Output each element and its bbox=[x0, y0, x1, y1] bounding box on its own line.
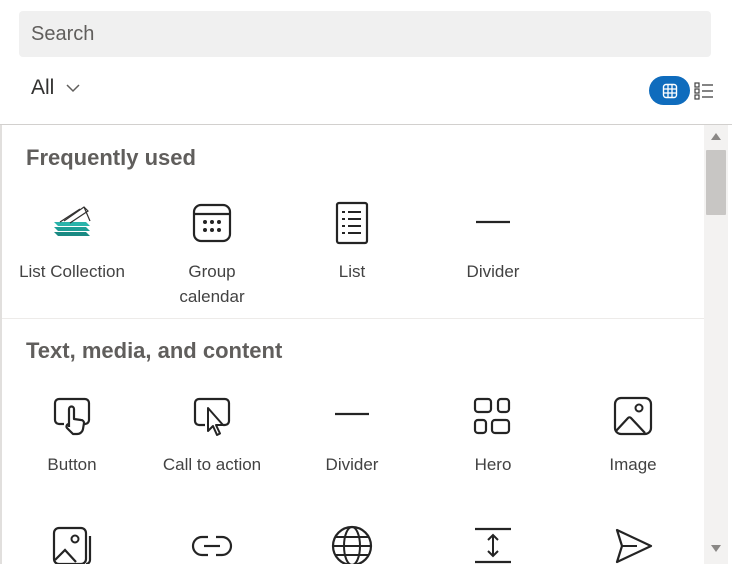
globe-icon bbox=[331, 525, 373, 564]
tile-label: Button bbox=[47, 455, 97, 474]
tile-divider[interactable]: Divider bbox=[423, 201, 563, 284]
list-collection-icon bbox=[54, 206, 91, 236]
tile-globe[interactable] bbox=[282, 524, 422, 564]
tile-image-gallery[interactable] bbox=[2, 524, 142, 564]
search-box[interactable] bbox=[19, 11, 711, 57]
grid-view-button[interactable] bbox=[649, 76, 690, 105]
tile-link[interactable] bbox=[142, 524, 282, 564]
tile-call-to-action[interactable]: Call to action bbox=[142, 394, 282, 477]
scroll-up-arrow-icon[interactable] bbox=[711, 133, 721, 140]
tile-divider-2[interactable]: Divider bbox=[282, 394, 422, 477]
hero-icon bbox=[473, 397, 511, 435]
tile-list[interactable]: List bbox=[282, 201, 422, 284]
grid-icon bbox=[662, 83, 677, 98]
tile-hero[interactable]: Hero bbox=[423, 394, 563, 477]
calendar-icon bbox=[192, 203, 232, 243]
tile-spacer[interactable] bbox=[423, 524, 563, 564]
tile-label: Hero bbox=[474, 455, 512, 474]
tile-button[interactable]: Button bbox=[2, 394, 142, 477]
divider-icon bbox=[476, 220, 510, 224]
scrollbar-thumb[interactable] bbox=[706, 150, 726, 215]
tile-label: List Collection bbox=[19, 262, 125, 281]
filter-label: All bbox=[31, 76, 55, 99]
call-to-action-icon bbox=[193, 397, 231, 436]
tile-label: Divider bbox=[325, 455, 379, 474]
spacer-icon bbox=[475, 527, 511, 564]
list-icon bbox=[335, 201, 369, 245]
section-title-frequently-used: Frequently used bbox=[26, 145, 196, 170]
category-filter-dropdown[interactable]: All bbox=[31, 74, 80, 102]
tile-label: List bbox=[338, 262, 366, 281]
send-icon bbox=[615, 528, 653, 564]
vertical-scrollbar[interactable] bbox=[704, 125, 728, 564]
link-icon bbox=[191, 535, 233, 557]
web-part-list: Frequently used List Collection Group ca… bbox=[2, 125, 704, 564]
scroll-down-arrow-icon[interactable] bbox=[711, 545, 721, 552]
section-title-text-media-content: Text, media, and content bbox=[26, 338, 283, 363]
tile-image[interactable]: Image bbox=[563, 394, 703, 477]
section-separator bbox=[2, 318, 704, 319]
tile-label: Call to action bbox=[162, 455, 262, 474]
image-icon bbox=[613, 396, 653, 436]
image-gallery-icon bbox=[52, 526, 92, 564]
tile-label: Image bbox=[609, 455, 657, 474]
tile-label: Divider bbox=[466, 262, 520, 281]
tile-group-calendar[interactable]: Group calendar bbox=[142, 201, 282, 309]
web-part-toolbox: All Frequently used bbox=[0, 0, 732, 564]
tile-label: Group calendar bbox=[179, 262, 245, 306]
chevron-down-icon bbox=[66, 84, 80, 93]
search-input[interactable] bbox=[19, 11, 711, 57]
divider-icon bbox=[335, 412, 369, 416]
list-view-icon[interactable] bbox=[693, 80, 715, 102]
tile-list-collection[interactable]: List Collection bbox=[2, 201, 142, 284]
button-icon bbox=[53, 397, 91, 436]
tile-send[interactable] bbox=[563, 524, 703, 564]
